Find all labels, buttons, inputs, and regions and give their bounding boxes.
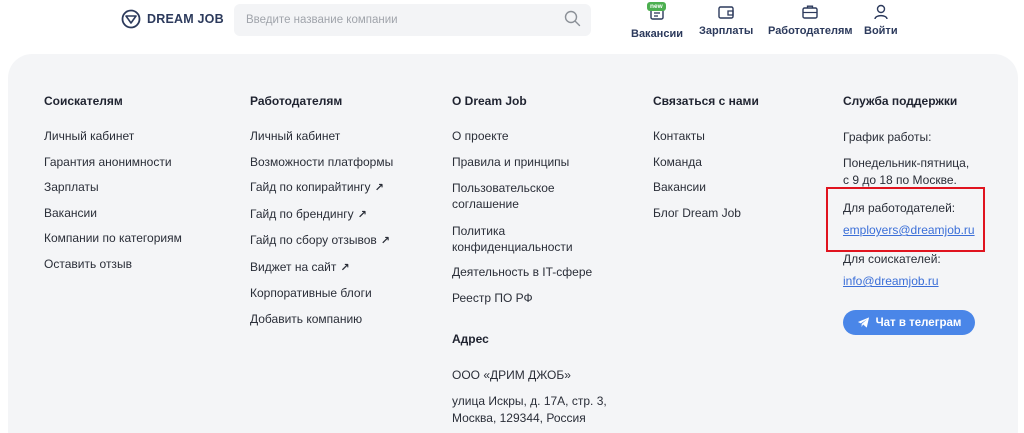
nav-vacancies[interactable]: new Вакансии — [631, 2, 683, 40]
schedule-text: с 9 до 18 по Москве. — [843, 173, 957, 187]
search-icon[interactable] — [564, 10, 581, 27]
header: DREAM JOB new Вакансии Зарплаты — [0, 0, 1024, 44]
footer-link[interactable]: Гарантия анонимности — [44, 155, 182, 170]
link-text: Виджет на сайт — [250, 259, 337, 274]
footer-link[interactable]: Политика конфиденциальности — [452, 223, 607, 255]
footer-link[interactable]: Реестр ПО РФ — [452, 291, 607, 306]
address-line: улица Искры, д. 17А, стр. 3, — [452, 393, 607, 408]
nav-login[interactable]: Войти — [864, 3, 898, 37]
footer-link[interactable]: Зарплаты — [44, 180, 182, 195]
footer-col-contact: Связаться с нами Контакты Команда Ваканс… — [653, 94, 759, 231]
schedule-text: Понедельник-пятница, — [843, 156, 970, 170]
link-text: Гайд по копирайтингу — [250, 180, 371, 194]
nav-login-label: Войти — [864, 25, 898, 37]
link-text: Гайд по брендингу — [250, 206, 354, 221]
footer-link[interactable]: Вакансии — [653, 180, 759, 195]
footer-link[interactable]: Контакты — [653, 129, 759, 144]
link-text: конфиденциальности — [452, 239, 573, 254]
link-text: Политика — [452, 223, 506, 238]
footer-link[interactable]: Вакансии — [44, 206, 182, 221]
col-title: О Dream Job — [452, 94, 527, 108]
telegram-icon — [857, 317, 869, 328]
footer-col-employers: Работодателям Личный кабинет Возможности… — [250, 94, 393, 337]
footer-link-external[interactable]: Гайд по сбору отзывов ↗ — [250, 233, 393, 249]
user-icon — [874, 4, 888, 20]
highlight-annotation-box — [826, 187, 985, 252]
telegram-button-label: Чат в телеграм — [875, 316, 962, 329]
footer-link[interactable]: Корпоративные блоги — [250, 286, 393, 301]
footer-link-external[interactable]: Гайд по брендингу ↗ — [250, 207, 393, 223]
nav-salaries[interactable]: Зарплаты — [699, 3, 753, 37]
link-text: соглашение — [452, 197, 519, 211]
col-title: Работодателям — [250, 94, 343, 108]
external-arrow-icon: ↗ — [357, 208, 367, 221]
col-links: О проекте Правила и принципы Пользовател… — [452, 129, 607, 306]
col-links: Личный кабинет Возможности платформы Гай… — [250, 129, 393, 327]
footer-link[interactable]: Правила и принципы — [452, 155, 607, 170]
footer-col-seekers: Соискателям Личный кабинет Гарантия анон… — [44, 94, 182, 282]
footer-link[interactable]: Пользовательское соглашение — [452, 180, 607, 212]
col-title: Служба поддержки — [843, 94, 958, 108]
company-name: ООО «ДРИМ ДЖОБ» — [452, 367, 571, 382]
footer-link[interactable]: Оставить отзыв — [44, 257, 182, 272]
new-badge: new — [646, 2, 666, 11]
footer-link[interactable]: Возможности платформы — [250, 155, 393, 170]
seekers-email-link[interactable]: info@dreamjob.ru — [843, 274, 939, 288]
link-text: Гайд по сбору отзывов — [250, 233, 377, 247]
col-title: Соискателям — [44, 94, 123, 108]
external-arrow-icon: ↗ — [380, 235, 391, 247]
footer-link-external[interactable]: Гайд по копирайтингу ↗ — [250, 180, 393, 196]
company-search-input[interactable] — [234, 4, 591, 36]
seekers-email-label: Для соискателей: — [843, 252, 941, 266]
footer-link[interactable]: Добавить компанию — [250, 312, 393, 327]
briefcase-icon — [802, 5, 818, 19]
external-arrow-icon: ↗ — [374, 182, 384, 194]
footer-link[interactable]: Деятельность в IT-сфере — [452, 265, 607, 280]
footer-link[interactable]: Личный кабинет — [44, 129, 182, 144]
nav-employers-label: Работодателям — [768, 25, 853, 37]
logo[interactable]: DREAM JOB — [121, 9, 224, 29]
footer-link-external[interactable]: Виджет на сайт ↗ — [250, 260, 393, 276]
col-links: Личный кабинет Гарантия анонимности Зарп… — [44, 129, 182, 272]
footer-col-about: О Dream Job О проекте Правила и принципы… — [452, 94, 607, 426]
logo-text: DREAM JOB — [147, 12, 224, 26]
footer-link[interactable]: Команда — [653, 155, 759, 170]
nav-salaries-label: Зарплаты — [699, 25, 754, 37]
col-title: Связаться с нами — [653, 94, 759, 108]
telegram-chat-button[interactable]: Чат в телеграм — [843, 310, 975, 335]
wallet-icon — [718, 6, 734, 19]
address-line: Москва, 129344, Россия — [452, 410, 586, 425]
link-text: Пользовательское — [452, 181, 555, 195]
nav-employers[interactable]: Работодателям — [768, 3, 853, 37]
footer-link[interactable]: О проекте — [452, 129, 607, 144]
external-arrow-icon: ↗ — [340, 261, 350, 274]
address-title: Адрес — [452, 331, 489, 346]
schedule-label: График работы: — [843, 130, 932, 144]
footer-link[interactable]: Компании по категориям — [44, 231, 182, 246]
dream-job-logo-icon — [121, 9, 141, 29]
footer-link[interactable]: Блог Dream Job — [653, 206, 759, 221]
footer-link[interactable]: Личный кабинет — [250, 129, 393, 144]
nav-vacancies-label: Вакансии — [631, 28, 683, 40]
col-links: Контакты Команда Вакансии Блог Dream Job — [653, 129, 759, 221]
